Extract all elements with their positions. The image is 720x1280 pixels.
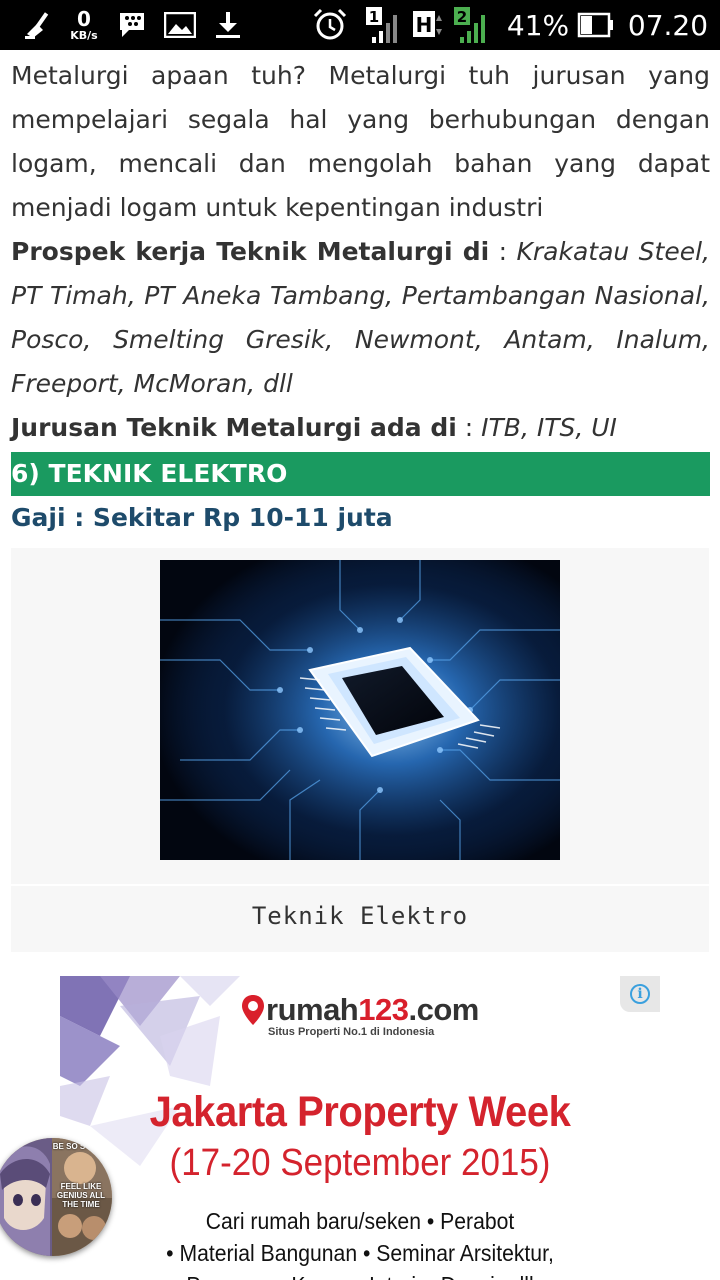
bbm-icon (114, 0, 150, 50)
sim2-label: 2 (457, 8, 467, 26)
ad-feature-line-3: Pameran • Konsep Interior Desain dll (84, 1272, 636, 1280)
network-type: H (416, 13, 433, 37)
battery-fill (581, 16, 592, 34)
campus-label: Jurusan Teknik Metalurgi ada di (11, 413, 457, 442)
floating-chat-head[interactable]: BE SO STUPID FEEL LIKE GENIUS ALL THE TI… (0, 1138, 112, 1264)
prospects-separator: : (489, 237, 517, 266)
prospects-paragraph: Prospek kerja Teknik Metalurgi di : Krak… (11, 230, 710, 406)
ad-dates: (17-20 September 2015) (169, 1142, 551, 1184)
ad-feature-line-2: • Material Bangunan • Seminar Arsitektur… (166, 1240, 554, 1266)
battery-icon (576, 0, 616, 50)
chat-head-avatar: BE SO STUPID FEEL LIKE GENIUS ALL THE TI… (0, 1138, 112, 1256)
signal-sim2-icon: 2 (452, 0, 494, 50)
advertisement-banner[interactable]: rumah 123 .com Situs Properti No.1 di Indo… (60, 976, 660, 1280)
signal-sim1-icon: 1 (364, 0, 404, 50)
alarm-icon (310, 0, 350, 50)
article-body: Metalurgi apaan tuh? Metalurgi tuh jurus… (11, 54, 710, 450)
speed-value: 0 (77, 7, 91, 31)
ad-feature-line-1: Cari rumah baru/seken • Perabot (205, 1208, 515, 1234)
ad-tagline: Situs Properti No.1 di Indonesia (268, 1026, 435, 1038)
speed-unit: KB/s (70, 29, 98, 42)
brand-accent: 123 (358, 992, 409, 1027)
figure-caption: Teknik Elektro (251, 902, 469, 930)
intro-paragraph: Metalurgi apaan tuh? Metalurgi tuh jurus… (11, 61, 710, 222)
campus-paragraph: Jurusan Teknik Metalurgi ada di : ITB, I… (11, 406, 710, 450)
battery-percent: 41% (506, 8, 570, 42)
ad-info-button[interactable]: i (620, 976, 660, 1012)
location-pin-icon (242, 995, 264, 1025)
status-bar: 0 KB/s 1 H 2 41% 07.20 (0, 0, 720, 50)
download-icon (210, 0, 246, 50)
hspa-icon: H (410, 0, 446, 50)
ad-brand-logo: rumah 123 .com (240, 990, 500, 1030)
salary-text: Gaji : Sekitar Rp 10-11 juta (11, 503, 393, 532)
broom-cleaner-icon (20, 0, 56, 50)
ad-title: Jakarta Property Week (149, 1088, 571, 1136)
brand-suffix: .com (408, 992, 479, 1027)
sim1-label: 1 (369, 8, 379, 26)
campus-value: ITB, ITS, UI (481, 413, 617, 442)
data-speed-indicator: 0 KB/s (64, 0, 104, 50)
section-heading-teknik-elektro: 6) TEKNIK ELEKTRO (11, 452, 710, 496)
prospects-label: Prospek kerja Teknik Metalurgi di (11, 237, 490, 266)
image-notification-icon (162, 0, 198, 50)
meme-caption-middle: FEEL LIKE GENIUS ALL THE TIME (56, 1182, 106, 1209)
brand-prefix: rumah (266, 992, 359, 1027)
article-figure: Teknik Elektro (11, 548, 709, 952)
meme-caption-top: BE SO STUPID (52, 1142, 110, 1151)
info-icon: i (630, 984, 650, 1004)
campus-separator: : (456, 413, 482, 442)
clock: 07.20 (627, 8, 709, 42)
circuit-chip-image[interactable] (160, 560, 560, 860)
